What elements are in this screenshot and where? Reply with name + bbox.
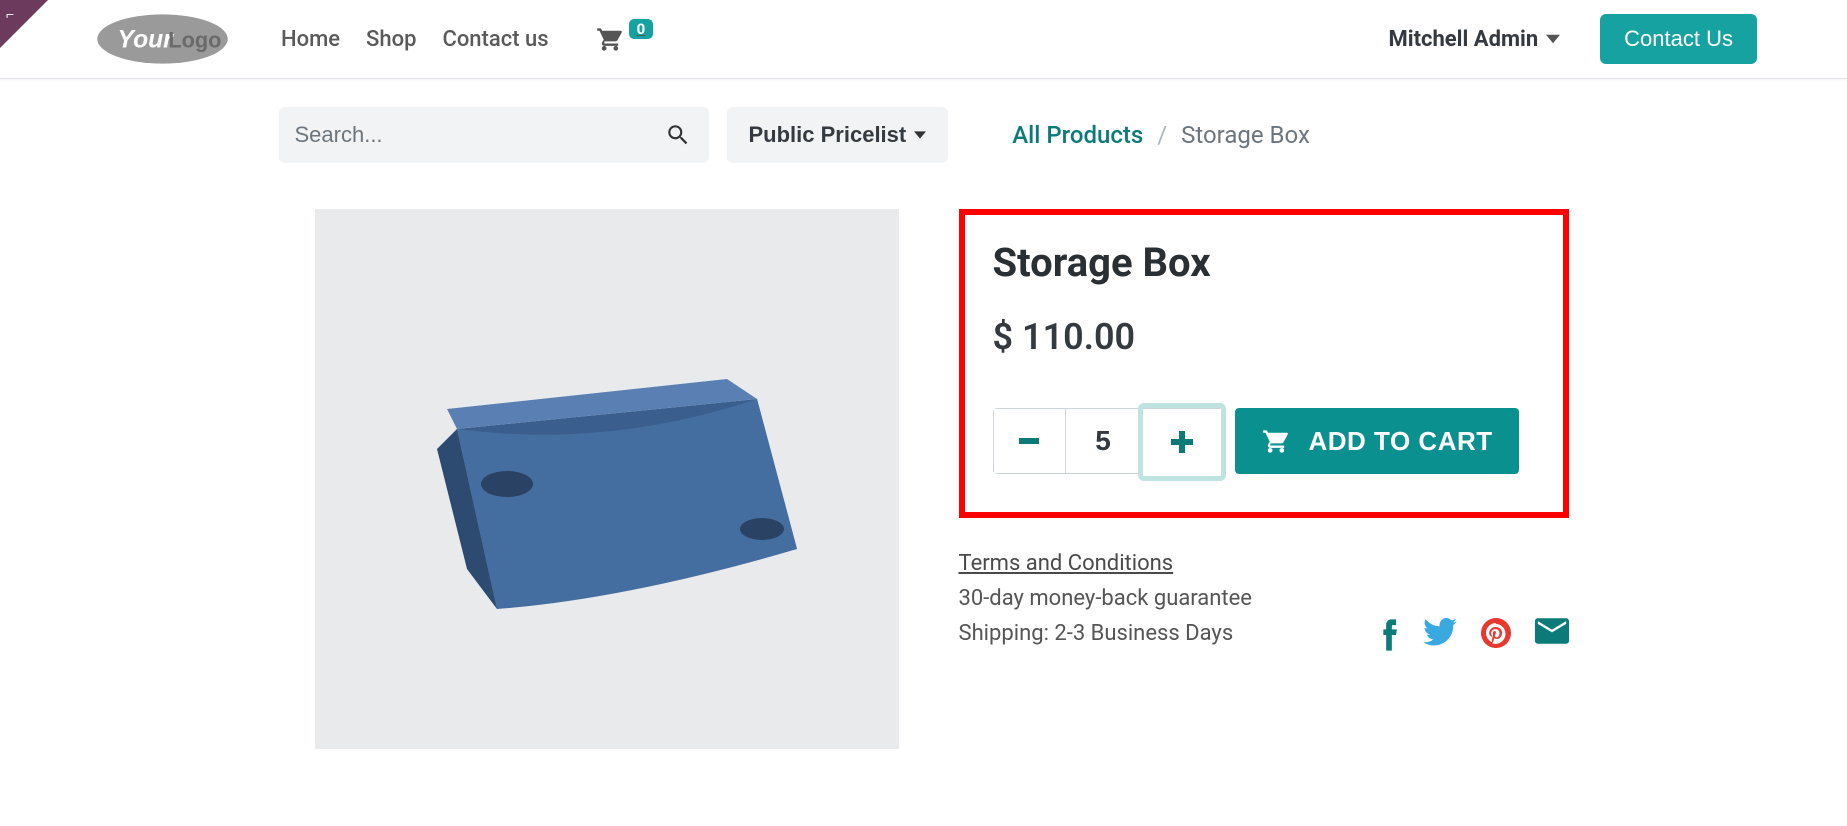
quantity-input[interactable]: [1066, 409, 1142, 473]
product-title: Storage Box: [993, 239, 1545, 286]
quantity-stepper: [993, 408, 1223, 474]
cart-link[interactable]: 0: [595, 25, 654, 53]
qty-decrease-button[interactable]: [994, 409, 1066, 473]
product-info: Terms and Conditions 30-day money-back g…: [959, 546, 1252, 652]
search-icon: [665, 122, 691, 148]
nav-home[interactable]: Home: [281, 27, 340, 52]
add-to-cart-label: ADD TO CART: [1309, 426, 1493, 457]
highlight-box: Storage Box $ 110.00: [959, 209, 1569, 518]
main-header: Your Logo Home Shop Contact us 0 Mitchel…: [0, 0, 1847, 79]
nav-contact[interactable]: Contact us: [442, 27, 548, 52]
minus-icon: [1019, 438, 1039, 444]
add-to-cart-button[interactable]: ADD TO CART: [1235, 408, 1519, 474]
svg-text:Your: Your: [118, 27, 175, 54]
pricelist-dropdown[interactable]: Public Pricelist: [727, 107, 949, 163]
user-name: Mitchell Admin: [1388, 27, 1538, 52]
search-button[interactable]: [657, 114, 699, 156]
cart-count-badge: 0: [629, 19, 654, 39]
facebook-icon[interactable]: [1379, 618, 1399, 652]
breadcrumb-root[interactable]: All Products: [1012, 121, 1143, 149]
svg-text:Logo: Logo: [168, 28, 221, 53]
storage-box-illustration: [397, 309, 817, 649]
breadcrumb-separator: /: [1157, 121, 1167, 149]
breadcrumb-current: Storage Box: [1181, 121, 1310, 149]
product-price: $ 110.00: [993, 316, 1545, 358]
main-nav: Home Shop Contact us: [281, 27, 549, 52]
plus-icon: [1171, 431, 1193, 453]
pricelist-label: Public Pricelist: [749, 122, 907, 148]
social-share-row: [1379, 618, 1569, 652]
terms-link[interactable]: Terms and Conditions: [959, 551, 1174, 576]
qty-increase-button[interactable]: [1142, 409, 1222, 475]
search-input[interactable]: [295, 122, 657, 148]
shipping-text: Shipping: 2-3 Business Days: [959, 621, 1234, 646]
cart-icon: [595, 25, 625, 53]
caret-down-icon: [914, 131, 926, 139]
site-logo[interactable]: Your Logo: [90, 10, 235, 68]
search-box: [279, 107, 709, 163]
user-dropdown[interactable]: Mitchell Admin: [1388, 27, 1560, 52]
email-icon[interactable]: [1535, 618, 1569, 652]
guarantee-text: 30-day money-back guarantee: [959, 586, 1252, 611]
edit-corner-icon: ⌐: [6, 6, 14, 23]
pinterest-icon[interactable]: [1481, 618, 1511, 652]
product-image[interactable]: [315, 209, 899, 749]
twitter-icon[interactable]: [1423, 618, 1457, 652]
caret-down-icon: [1546, 34, 1560, 44]
cart-icon: [1261, 427, 1291, 455]
nav-shop[interactable]: Shop: [366, 27, 416, 52]
breadcrumb: All Products / Storage Box: [1012, 121, 1310, 149]
contact-us-button[interactable]: Contact Us: [1600, 14, 1757, 64]
